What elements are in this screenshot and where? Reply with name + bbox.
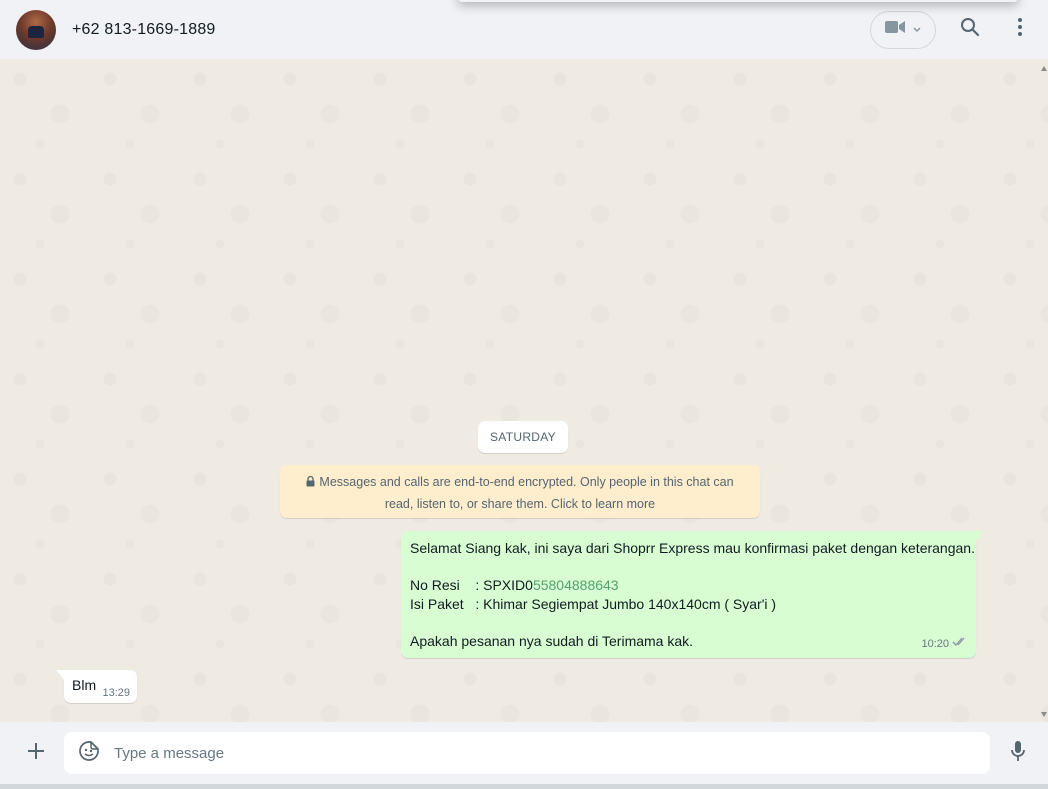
lock-icon: [306, 473, 315, 494]
more-vertical-icon: [1017, 17, 1023, 42]
composer-bar: [0, 722, 1048, 784]
encryption-notice[interactable]: Messages and calls are end-to-end encryp…: [280, 465, 760, 518]
contact-avatar[interactable]: [16, 9, 56, 50]
message-input[interactable]: [114, 744, 934, 762]
microphone-icon: [1010, 740, 1026, 767]
incoming-message[interactable]: Blm 13:29: [56, 670, 137, 703]
message-meta: 10:20: [921, 635, 968, 654]
chevron-down-icon: [912, 21, 922, 39]
date-separator: SATURDAY: [478, 421, 568, 453]
scroll-up-arrow[interactable]: [1041, 66, 1047, 71]
message-line: Isi Paket : Khimar Segiempat Jumbo 140x1…: [410, 596, 777, 612]
video-call-button[interactable]: [870, 10, 936, 49]
voice-message-button[interactable]: [1006, 740, 1030, 767]
double-check-icon: [952, 635, 968, 654]
video-camera-icon: [884, 19, 906, 40]
menu-button[interactable]: [1008, 18, 1032, 42]
message-line: No Resi : SPXID055804888643: [410, 576, 967, 595]
resi-label: No Resi : SPXID0: [410, 577, 533, 593]
message-time: 10:20: [921, 638, 949, 650]
sticker-icon[interactable]: [78, 740, 100, 767]
attach-button[interactable]: [16, 733, 56, 773]
message-input-box[interactable]: [64, 732, 990, 774]
plus-icon: [26, 741, 46, 766]
tracking-number-link[interactable]: 55804888643: [533, 577, 619, 593]
outgoing-message[interactable]: Selamat Siang kak, ini saya dari Shoprr …: [401, 531, 984, 658]
popup-shadow: [458, 0, 1018, 2]
contact-name[interactable]: +62 813-1669-1889: [72, 21, 216, 39]
search-icon: [960, 17, 980, 42]
bottom-border: [0, 784, 1048, 789]
search-button[interactable]: [958, 18, 982, 42]
encryption-text: Messages and calls are end-to-end encryp…: [319, 475, 734, 511]
scroll-down-arrow[interactable]: [1041, 712, 1047, 717]
message-text: Blm: [72, 677, 97, 693]
message-line: Apakah pesanan nya sudah di Terimama kak…: [410, 633, 694, 649]
message-time: 13:29: [102, 687, 130, 699]
chat-header: +62 813-1669-1889: [0, 0, 1048, 59]
message-line: Selamat Siang kak, ini saya dari Shoprr …: [410, 540, 975, 556]
